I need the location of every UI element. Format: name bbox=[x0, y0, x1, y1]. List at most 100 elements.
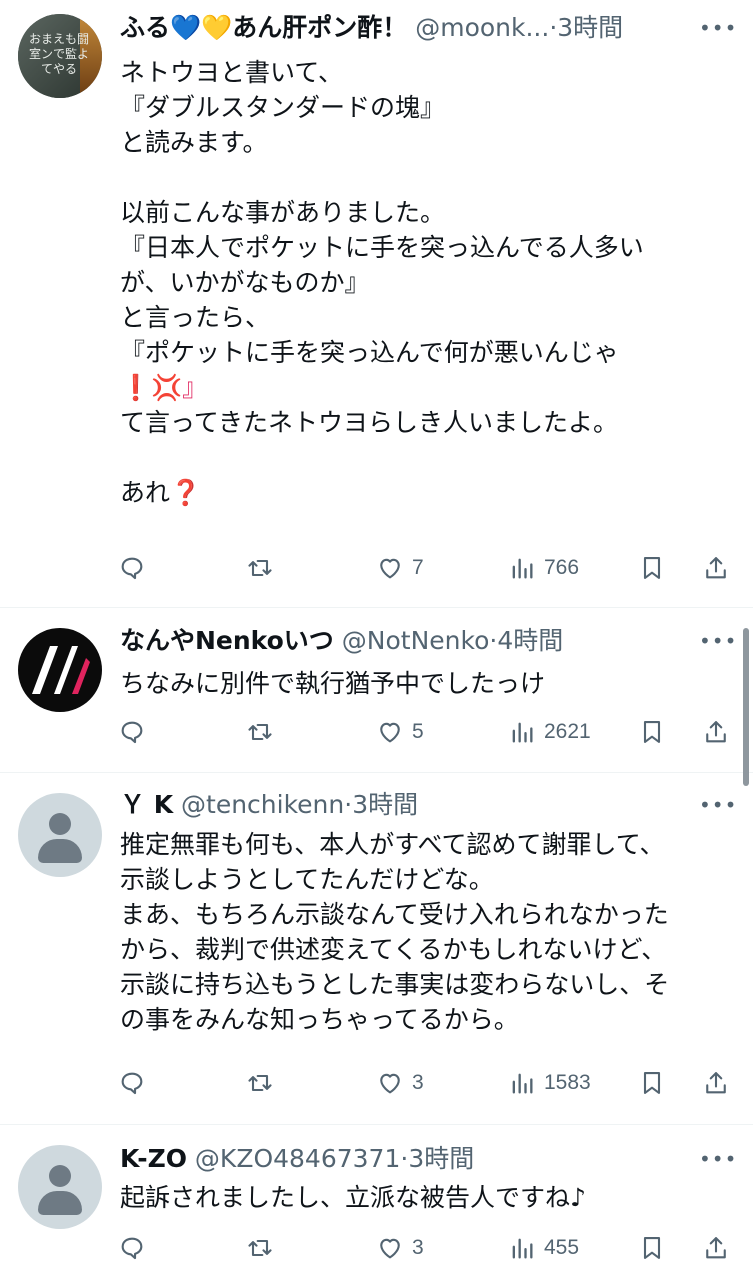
more-options-icon[interactable]: ••• bbox=[699, 13, 736, 43]
tweet-line: 『ポケットに手を突っ込んで何が悪いんじゃ bbox=[120, 338, 619, 367]
bookmark-icon bbox=[643, 721, 661, 743]
bookmark-button[interactable] bbox=[638, 548, 666, 588]
avatar[interactable]: おまえも闘室ンで監よてやる bbox=[18, 14, 102, 98]
tweet[interactable]: おまえも闘室ンで監よてやる ふる💙💛あん肝ポン酢！ @moonk...·3時間 … bbox=[0, 0, 753, 608]
scrollbar[interactable] bbox=[743, 628, 749, 786]
retweet-button[interactable] bbox=[246, 1063, 274, 1103]
views-count: 766 bbox=[544, 556, 580, 579]
tweet-line: て言ってきたネトウヨらしき人いましたよ。 bbox=[120, 408, 619, 437]
tweet-line: ちなみに別件で執行猶予中でしたっけ bbox=[120, 669, 546, 698]
bookmark-button[interactable] bbox=[638, 1228, 666, 1268]
tweet-line: まあ、もちろん示談なんて受け入れられなかった bbox=[120, 900, 669, 929]
share-button[interactable] bbox=[702, 1063, 730, 1103]
display-name[interactable]: なんやNenkoいつ bbox=[120, 626, 334, 655]
views-button[interactable]: 1583 bbox=[508, 1063, 591, 1103]
share-icon bbox=[706, 1072, 726, 1094]
tweet-line: 以前こんな事がありました。 bbox=[120, 198, 446, 227]
tweet-line: ネトウヨと書いて、 bbox=[120, 58, 344, 87]
timestamp[interactable]: 3時間 bbox=[557, 13, 623, 42]
share-button[interactable] bbox=[702, 548, 730, 588]
tweet-text: ちなみに別件で執行猶予中でしたっけ bbox=[120, 666, 723, 701]
tweet-header: なんやNenkoいつ @NotNenko·4時間 bbox=[120, 623, 683, 659]
retweet-icon bbox=[248, 723, 272, 741]
views-icon bbox=[512, 558, 533, 579]
like-count: 3 bbox=[412, 1071, 424, 1094]
share-button[interactable] bbox=[702, 712, 730, 752]
tweet[interactable]: K-ZO @KZO48467371·3時間 ••• 起訴されましたし、立派な被告… bbox=[0, 1125, 753, 1280]
views-icon bbox=[512, 1073, 533, 1094]
like-button[interactable]: 3 bbox=[376, 1063, 424, 1103]
tweet-line: 推定無罪も何も、本人がすべて認めて謝罪して、 bbox=[120, 830, 665, 859]
like-count: 7 bbox=[412, 556, 424, 579]
user-handle[interactable]: @moonk... bbox=[415, 13, 549, 42]
timestamp[interactable]: 4時間 bbox=[497, 626, 563, 655]
display-name[interactable]: ふる💙💛あん肝ポン酢！ bbox=[120, 13, 407, 42]
reply-button[interactable] bbox=[118, 712, 146, 752]
reply-button[interactable] bbox=[118, 1063, 146, 1103]
retweet-icon bbox=[248, 559, 272, 577]
retweet-icon bbox=[248, 1074, 272, 1092]
like-button[interactable]: 5 bbox=[376, 712, 424, 752]
tweet-line: ❗💢』 bbox=[120, 373, 208, 402]
reply-icon bbox=[121, 1237, 143, 1260]
tweet-line: 『日本人でポケットに手を突っ込んでる人多い bbox=[120, 233, 644, 262]
tweet-line: が、いかがなものか』 bbox=[120, 268, 370, 297]
bookmark-button[interactable] bbox=[638, 1063, 666, 1103]
more-options-icon[interactable]: ••• bbox=[699, 626, 736, 656]
more-options-icon[interactable]: ••• bbox=[699, 1144, 736, 1174]
retweet-button[interactable] bbox=[246, 712, 274, 752]
reply-icon bbox=[121, 1072, 143, 1095]
share-icon bbox=[706, 721, 726, 743]
bookmark-button[interactable] bbox=[638, 712, 666, 752]
tweet-line: 『ダブルスタンダードの塊』 bbox=[120, 93, 446, 122]
avatar[interactable] bbox=[18, 628, 102, 712]
action-bar: 3 1583 bbox=[118, 1063, 735, 1103]
tweet-line: 示談に持ち込もうとした事実は変わらないし、そ bbox=[120, 970, 670, 999]
bookmark-icon bbox=[643, 557, 661, 579]
views-button[interactable]: 455 bbox=[508, 1228, 579, 1268]
share-icon bbox=[706, 557, 726, 579]
share-icon bbox=[706, 1237, 726, 1259]
avatar[interactable] bbox=[18, 793, 102, 877]
display-name[interactable]: K-ZO bbox=[120, 1144, 187, 1173]
tweet[interactable]: なんやNenkoいつ @NotNenko·4時間 ••• ちなみに別件で執行猶予… bbox=[0, 608, 753, 773]
reply-icon bbox=[121, 721, 143, 744]
reply-button[interactable] bbox=[118, 548, 146, 588]
default-avatar-head bbox=[49, 1165, 71, 1187]
default-avatar-body bbox=[38, 1191, 82, 1215]
user-handle[interactable]: @KZO48467371 bbox=[195, 1144, 400, 1173]
tweet-line: と読みます。 bbox=[120, 128, 268, 157]
retweet-button[interactable] bbox=[246, 1228, 274, 1268]
action-bar: 5 2621 bbox=[118, 712, 735, 752]
timestamp[interactable]: 3時間 bbox=[408, 1144, 474, 1173]
tweet[interactable]: Ｙ K @tenchikenn·3時間 ••• 推定無罪も何も、本人がすべて認め… bbox=[0, 773, 753, 1125]
views-count: 2621 bbox=[544, 720, 591, 743]
user-handle[interactable]: @tenchikenn bbox=[181, 790, 344, 819]
tweet-header: K-ZO @KZO48467371·3時間 bbox=[120, 1141, 683, 1177]
reply-button[interactable] bbox=[118, 1228, 146, 1268]
like-count: 3 bbox=[412, 1236, 424, 1259]
views-icon bbox=[512, 1238, 533, 1259]
display-name[interactable]: Ｙ K bbox=[120, 790, 173, 819]
like-icon bbox=[380, 1073, 400, 1094]
tweet-text: ネトウヨと書いて、 『ダブルスタンダードの塊』 と読みます。 以前こんな事があり… bbox=[120, 55, 723, 510]
timestamp[interactable]: 3時間 bbox=[352, 790, 418, 819]
tweet-line: 起訴されましたし、立派な被告人ですね♪ bbox=[120, 1183, 586, 1212]
tweet-header: Ｙ K @tenchikenn·3時間 bbox=[120, 787, 683, 823]
retweet-button[interactable] bbox=[246, 548, 274, 588]
avatar[interactable] bbox=[18, 1145, 102, 1229]
like-button[interactable]: 3 bbox=[376, 1228, 424, 1268]
nenko-logo-icon bbox=[32, 646, 90, 694]
share-button[interactable] bbox=[702, 1228, 730, 1268]
views-icon bbox=[512, 722, 533, 743]
tweet-line: 示談しようとしてたんだけどな。 bbox=[120, 865, 494, 894]
tweet-text: 推定無罪も何も、本人がすべて認めて謝罪して、 示談しようとしてたんだけどな。 ま… bbox=[120, 827, 723, 1037]
bookmark-icon bbox=[643, 1237, 661, 1259]
like-button[interactable]: 7 bbox=[376, 548, 424, 588]
user-handle[interactable]: @NotNenko bbox=[342, 626, 490, 655]
views-button[interactable]: 2621 bbox=[508, 712, 591, 752]
views-button[interactable]: 766 bbox=[508, 548, 579, 588]
more-options-icon[interactable]: ••• bbox=[699, 790, 736, 820]
reply-icon bbox=[121, 557, 143, 580]
bookmark-icon bbox=[643, 1072, 661, 1094]
